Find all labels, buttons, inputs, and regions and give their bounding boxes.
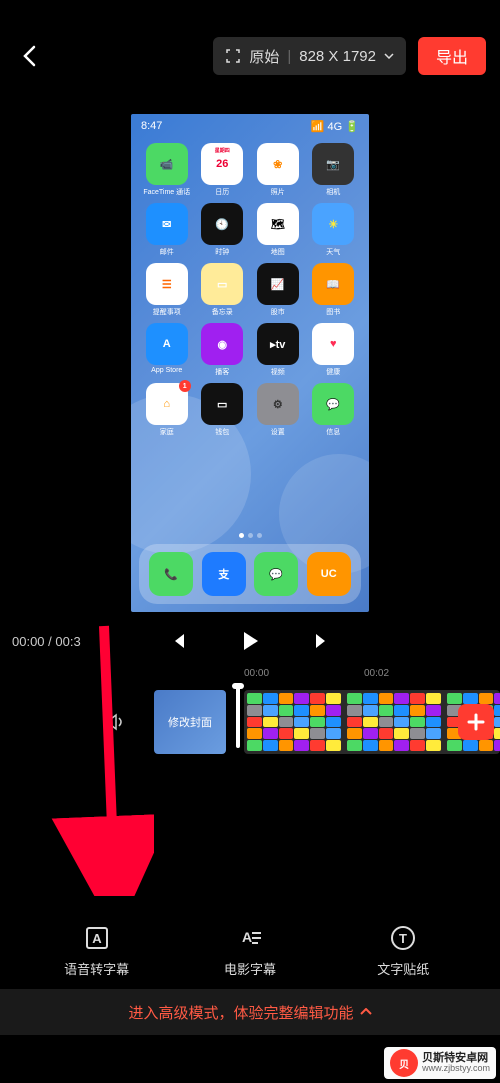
mute-button[interactable] (98, 705, 132, 739)
cover-thumbnail[interactable]: 修改封面 (154, 690, 226, 754)
bottom-toolbar: A 语音转字幕 A 电影字幕 T 文字贴纸 (0, 911, 500, 989)
playhead[interactable] (236, 686, 240, 748)
speaker-icon (104, 711, 126, 733)
svg-text:A: A (242, 929, 252, 945)
time-ruler: 00:00 00:02 (0, 668, 500, 686)
video-preview[interactable]: 8:47 📶 4G 🔋 📹FaceTime 通话星期四26日历❀照片📷相机✉邮件… (0, 112, 500, 618)
resolution-selector[interactable]: 原始 | 828 X 1792 (213, 37, 406, 75)
chevron-left-icon (22, 45, 36, 67)
phone-screenshot: 8:47 📶 4G 🔋 📹FaceTime 通话星期四26日历❀照片📷相机✉邮件… (131, 114, 369, 612)
movie-subtitle-icon: A (235, 923, 265, 953)
chevron-up-icon (360, 1008, 372, 1016)
watermark: 贝 贝斯特安卓网 www.zjbstyy.com (384, 1047, 496, 1079)
next-button[interactable] (310, 629, 334, 653)
phone-signal: 📶 4G 🔋 (311, 120, 359, 133)
voice-subtitle-icon: A (82, 923, 112, 953)
tab-voice-subtitle[interactable]: A 语音转字幕 (47, 923, 147, 978)
watermark-logo-icon: 贝 (390, 1049, 418, 1077)
add-clip-button[interactable] (458, 704, 494, 740)
top-toolbar: 原始 | 828 X 1792 导出 (0, 0, 500, 112)
svg-text:T: T (399, 931, 407, 946)
chevron-down-icon (384, 53, 394, 59)
export-button[interactable]: 导出 (418, 37, 486, 75)
tab-text-sticker[interactable]: T 文字贴纸 (353, 923, 453, 978)
aspect-ratio-icon (225, 48, 241, 64)
prev-button[interactable] (166, 629, 190, 653)
text-sticker-icon: T (388, 923, 418, 953)
play-button[interactable] (238, 629, 262, 653)
playback-controls: 00:00 / 00:3 (0, 618, 500, 664)
play-icon (239, 630, 261, 652)
svg-text:A: A (92, 931, 102, 946)
skip-next-icon (313, 632, 331, 650)
phone-time: 8:47 (141, 120, 162, 133)
dimensions-label: 828 X 1792 (299, 48, 376, 65)
skip-prev-icon (169, 632, 187, 650)
time-display: 00:00 / 00:3 (12, 634, 81, 649)
timeline[interactable]: 00:00 00:02 修改封面 (0, 664, 500, 784)
back-button[interactable] (14, 41, 44, 71)
tab-movie-subtitle[interactable]: A 电影字幕 (200, 923, 300, 978)
original-label: 原始 (249, 46, 279, 67)
advanced-mode-button[interactable]: 进入高级模式，体验完整编辑功能 (0, 989, 500, 1035)
plus-icon (466, 712, 486, 732)
